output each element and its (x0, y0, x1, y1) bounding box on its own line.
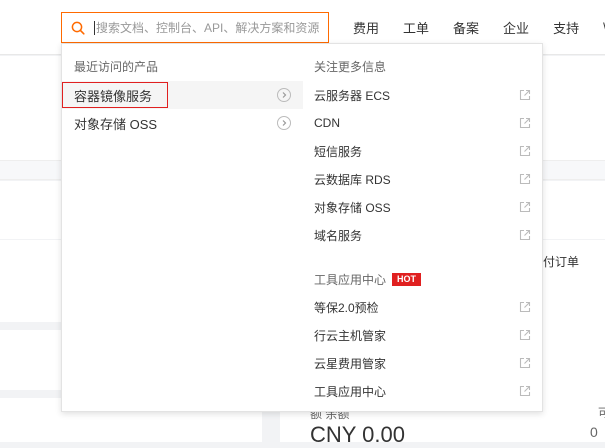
chevron-right-icon[interactable] (277, 116, 291, 130)
tool-item-host-manager[interactable]: 行云主机管家 (303, 321, 543, 349)
more-item-oss[interactable]: 对象存储 OSS (303, 193, 543, 221)
external-link-icon (519, 301, 531, 313)
tool-item-label: 等保2.0预检 (314, 300, 379, 315)
search-icon[interactable] (62, 13, 94, 42)
tool-item-label: 工具应用中心 (314, 384, 387, 399)
recent-products-title: 最近访问的产品 (74, 60, 159, 74)
chevron-right-icon[interactable] (277, 88, 291, 102)
text-cursor (94, 20, 95, 35)
more-info-title: 关注更多信息 (314, 60, 387, 74)
external-link-icon (519, 117, 531, 129)
more-item-label: 短信服务 (314, 144, 363, 159)
pending-order-text[interactable]: 付订单 (543, 253, 579, 270)
more-item-label: 对象存储 OSS (314, 200, 391, 215)
nav-item-tickets[interactable]: 工单 (403, 18, 429, 37)
right-value: 0 (590, 424, 598, 440)
right-label: 可 (598, 406, 605, 420)
external-link-icon (519, 145, 531, 157)
tool-item-cost-manager[interactable]: 云星费用管家 (303, 349, 543, 377)
more-item-ecs[interactable]: 云服务器 ECS (303, 81, 543, 109)
tool-item-tools-center[interactable]: 工具应用中心 (303, 377, 543, 405)
nav-item-support[interactable]: 支持 (553, 18, 579, 37)
tools-center-title-text: 工具应用中心 (314, 272, 387, 287)
search-input[interactable] (96, 13, 328, 42)
more-item-label: 云数据库 RDS (314, 172, 391, 187)
tools-center-title: 工具应用中心 HOT (314, 270, 422, 288)
recent-item-oss[interactable]: 对象存储 OSS (62, 109, 303, 137)
more-item-rds[interactable]: 云数据库 RDS (303, 165, 543, 193)
more-item-label: 域名服务 (314, 228, 363, 243)
tool-item-dengbao[interactable]: 等保2.0预检 (303, 293, 543, 321)
external-link-icon (519, 229, 531, 241)
external-link-icon (519, 329, 531, 341)
tool-item-label: 行云主机管家 (314, 328, 387, 343)
recent-item-label: 对象存储 OSS (74, 116, 158, 132)
more-item-sms[interactable]: 短信服务 (303, 137, 543, 165)
hot-badge: HOT (392, 272, 422, 286)
more-item-label: CDN (314, 116, 340, 130)
search-box[interactable] (61, 12, 329, 43)
more-item-domain[interactable]: 域名服务 (303, 221, 543, 249)
balance-amount: CNY 0.00 (310, 422, 405, 447)
nav-item-enterprise[interactable]: 企业 (503, 18, 529, 37)
external-link-icon (519, 201, 531, 213)
nav-item-icp-filing[interactable]: 备案 (453, 18, 479, 37)
tool-item-label: 云星费用管家 (314, 356, 387, 371)
search-dropdown: 最近访问的产品 容器镜像服务 对象存储 OSS 关注更多信息 云服务器 ECS … (61, 43, 543, 412)
more-item-label: 云服务器 ECS (314, 88, 391, 103)
external-link-icon (519, 385, 531, 397)
more-item-cdn[interactable]: CDN (303, 109, 543, 137)
external-link-icon (519, 357, 531, 369)
highlight-box (62, 82, 168, 108)
external-link-icon (519, 173, 531, 185)
external-link-icon (519, 89, 531, 101)
nav-item-billing[interactable]: 费用 (353, 18, 379, 37)
